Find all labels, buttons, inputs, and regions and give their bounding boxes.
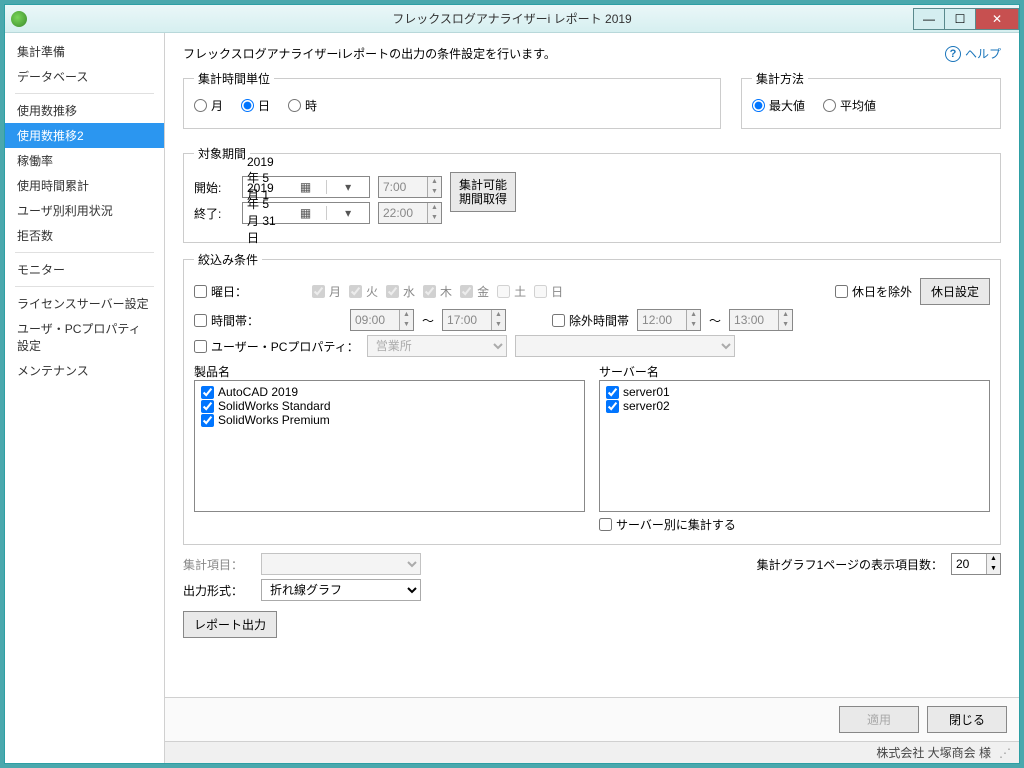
content: 集計準備 データベース 使用数推移 使用数推移2 稼働率 使用時間累計 ユーザ別…	[5, 33, 1019, 763]
calendar-icon: ▦	[285, 206, 327, 220]
method-avg[interactable]: 平均値	[823, 97, 876, 114]
sidebar-item[interactable]: 集計準備	[5, 39, 164, 64]
unit-group: 集計時間単位 月 日 時	[183, 70, 721, 129]
sidebar-item[interactable]: 使用時間累計	[5, 173, 164, 198]
method-legend: 集計方法	[752, 70, 808, 87]
apply-button[interactable]: 適用	[839, 706, 919, 733]
sidebar-item[interactable]: 拒否数	[5, 223, 164, 248]
sidebar-item[interactable]: データベース	[5, 64, 164, 89]
end-label: 終了:	[194, 205, 234, 222]
weekday-enable[interactable]: 曜日：	[194, 283, 304, 300]
unit-month[interactable]: 月	[194, 97, 223, 114]
fetch-period-button[interactable]: 集計可能 期間取得	[450, 172, 516, 212]
sidebar-item[interactable]: メンテナンス	[5, 358, 164, 383]
output-fmt-select[interactable]: 折れ線グラフ	[261, 579, 421, 601]
unit-legend: 集計時間単位	[194, 70, 274, 87]
sidebar-item-selected[interactable]: 使用数推移2	[5, 123, 164, 148]
exclude-time-enable[interactable]: 除外時間帯	[552, 312, 629, 329]
status-text: 株式会社 大塚商会 様	[876, 744, 991, 761]
agg-item-label: 集計項目：	[183, 556, 253, 573]
ex-time-from[interactable]: 12:00▲▼	[637, 309, 701, 331]
holiday-settings-button[interactable]: 休日設定	[920, 278, 990, 305]
chevron-down-icon: ▾	[326, 206, 369, 220]
titlebar: フレックスログアナライザーi レポート 2019 — ☐ ✕	[5, 5, 1019, 33]
sidebar-item[interactable]: 使用数推移	[5, 98, 164, 123]
help-icon: ?	[945, 46, 961, 62]
end-date[interactable]: 2019年 5月 31日▦▾	[242, 202, 370, 224]
window-title: フレックスログアナライザーi レポート 2019	[5, 10, 1019, 27]
time-from[interactable]: 09:00▲▼	[350, 309, 414, 331]
report-output-button[interactable]: レポート出力	[183, 611, 277, 638]
list-item[interactable]: AutoCAD 2019	[201, 385, 578, 399]
period-group: 対象期間 開始: 2019年 5月 1日▦▾ 7:00▲▼ 終了: 2019年 …	[183, 145, 1001, 243]
calendar-icon: ▦	[285, 180, 327, 194]
list-item[interactable]: server02	[606, 399, 983, 413]
main: フレックスログアナライザーiレポートの出力の条件設定を行います。 ? ヘルプ 集…	[165, 33, 1019, 763]
exclude-holiday[interactable]: 休日を除外	[835, 283, 912, 300]
method-group: 集計方法 最大値 平均値	[741, 70, 1001, 129]
wd-mon[interactable]: 月	[312, 283, 341, 300]
wd-sat[interactable]: 土	[497, 283, 526, 300]
period-legend: 対象期間	[194, 145, 250, 162]
start-label: 開始:	[194, 179, 234, 196]
method-max[interactable]: 最大値	[752, 97, 805, 114]
intro-text: フレックスログアナライザーiレポートの出力の条件設定を行います。	[183, 45, 556, 62]
sidebar-item[interactable]: ライセンスサーバー設定	[5, 291, 164, 316]
sidebar-item[interactable]: ユーザ別利用状況	[5, 198, 164, 223]
sidebar-item[interactable]: モニター	[5, 257, 164, 282]
resize-grip-icon[interactable]: ⋰	[999, 746, 1009, 760]
status-bar: 株式会社 大塚商会 様 ⋰	[165, 741, 1019, 763]
help-link[interactable]: ? ヘルプ	[945, 45, 1001, 62]
items-per-page[interactable]: 20▲▼	[951, 553, 1001, 575]
wd-sun[interactable]: 日	[534, 283, 563, 300]
time-to[interactable]: 17:00▲▼	[442, 309, 506, 331]
userprop-value-select[interactable]	[515, 335, 735, 357]
start-time[interactable]: 7:00▲▼	[378, 176, 442, 198]
userprop-select[interactable]: 営業所	[367, 335, 507, 357]
items-per-page-label: 集計グラフ1ページの表示項目数：	[757, 556, 943, 573]
footer: 適用 閉じる	[165, 697, 1019, 741]
wd-wed[interactable]: 水	[386, 283, 415, 300]
app-window: フレックスログアナライザーi レポート 2019 — ☐ ✕ 集計準備 データベ…	[4, 4, 1020, 764]
sidebar: 集計準備 データベース 使用数推移 使用数推移2 稼働率 使用時間累計 ユーザ別…	[5, 33, 165, 763]
server-list[interactable]: server01 server02	[599, 380, 990, 512]
per-server-check[interactable]: サーバー別に集計する	[599, 516, 736, 533]
product-label: 製品名	[194, 363, 585, 380]
filter-group: 絞込み条件 曜日： 月 火 水 木 金 土 日 休日を除外 休日設定	[183, 251, 1001, 545]
sidebar-item[interactable]: 稼働率	[5, 148, 164, 173]
wd-fri[interactable]: 金	[460, 283, 489, 300]
list-item[interactable]: SolidWorks Standard	[201, 399, 578, 413]
sidebar-item[interactable]: ユーザ・PCプロパティ設定	[5, 316, 164, 358]
list-item[interactable]: server01	[606, 385, 983, 399]
chevron-down-icon: ▾	[326, 180, 369, 194]
close-dialog-button[interactable]: 閉じる	[927, 706, 1007, 733]
wd-tue[interactable]: 火	[349, 283, 378, 300]
server-label: サーバー名	[599, 363, 990, 380]
end-time[interactable]: 22:00▲▼	[378, 202, 442, 224]
timeband-enable[interactable]: 時間帯：	[194, 312, 304, 329]
userprop-enable[interactable]: ユーザー・PCプロパティ：	[194, 338, 359, 355]
list-item[interactable]: SolidWorks Premium	[201, 413, 578, 427]
unit-hour[interactable]: 時	[288, 97, 317, 114]
filter-legend: 絞込み条件	[194, 251, 262, 268]
agg-item-select[interactable]	[261, 553, 421, 575]
ex-time-to[interactable]: 13:00▲▼	[729, 309, 793, 331]
wd-thu[interactable]: 木	[423, 283, 452, 300]
output-fmt-label: 出力形式：	[183, 582, 253, 599]
product-list[interactable]: AutoCAD 2019 SolidWorks Standard SolidWo…	[194, 380, 585, 512]
unit-day[interactable]: 日	[241, 97, 270, 114]
